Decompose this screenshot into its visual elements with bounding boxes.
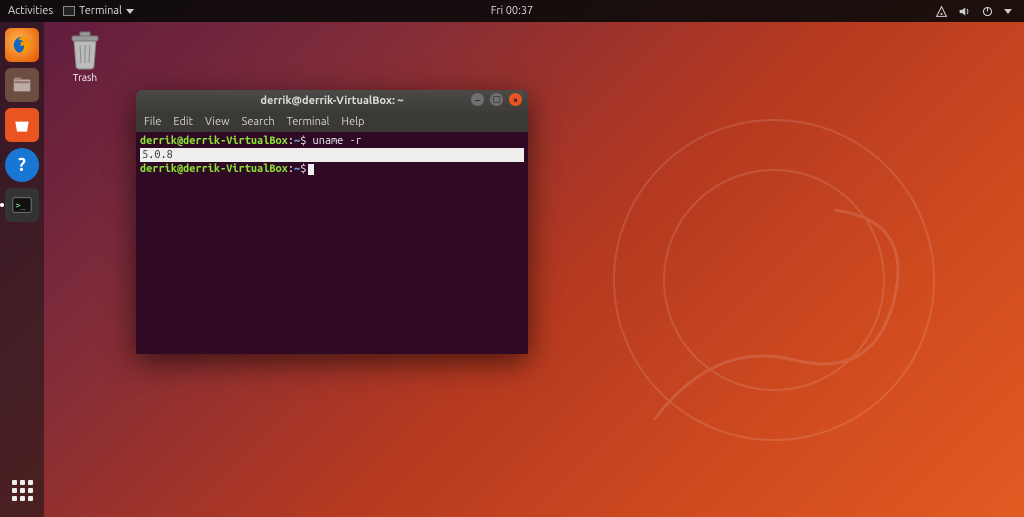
prompt-user: derrik@derrik-VirtualBox: [140, 135, 288, 147]
terminal-line-1: derrik@derrik-VirtualBox:~$ uname -r: [140, 134, 524, 148]
menu-file[interactable]: File: [144, 116, 161, 128]
menu-search[interactable]: Search: [242, 116, 275, 128]
app-menu[interactable]: Terminal: [63, 5, 134, 17]
firefox-icon: [11, 34, 33, 56]
dock-item-help[interactable]: ?: [5, 148, 39, 182]
svg-text:>_: >_: [16, 200, 26, 210]
dock-item-files[interactable]: [5, 68, 39, 102]
terminal-body[interactable]: derrik@derrik-VirtualBox:~$ uname -r 5.0…: [136, 132, 528, 354]
help-icon: ?: [18, 155, 26, 175]
volume-icon[interactable]: [958, 5, 971, 18]
wallpaper-decoration: [454, 80, 974, 480]
terminal-line-3: derrik@derrik-VirtualBox:~$: [140, 162, 524, 176]
chevron-down-icon: [1004, 9, 1012, 14]
dock-item-software[interactable]: [5, 108, 39, 142]
system-tray[interactable]: [935, 5, 1024, 18]
activities-button[interactable]: Activities: [8, 5, 53, 17]
menu-edit[interactable]: Edit: [173, 116, 193, 128]
window-maximize-button[interactable]: ▢: [490, 93, 503, 106]
menu-help[interactable]: Help: [341, 116, 364, 128]
app-menu-label: Terminal: [79, 5, 122, 17]
trash-label: Trash: [55, 72, 115, 83]
menu-view[interactable]: View: [205, 116, 230, 128]
trash-icon: [67, 30, 103, 70]
files-icon: [11, 74, 33, 96]
desktop-icon-trash[interactable]: Trash: [55, 30, 115, 83]
menu-terminal[interactable]: Terminal: [287, 116, 330, 128]
terminal-window: derrik@derrik-VirtualBox: ~ − ▢ × File E…: [136, 90, 528, 354]
dock: ? >_: [0, 22, 44, 517]
network-icon[interactable]: [935, 5, 948, 18]
window-titlebar[interactable]: derrik@derrik-VirtualBox: ~ − ▢ ×: [136, 90, 528, 112]
terminal-icon: >_: [11, 194, 33, 216]
terminal-menubar: File Edit View Search Terminal Help: [136, 112, 528, 132]
power-icon[interactable]: [981, 5, 994, 18]
dock-item-terminal[interactable]: >_: [5, 188, 39, 222]
chevron-down-icon: [126, 9, 134, 14]
terminal-glyph-icon: [63, 6, 75, 16]
terminal-output-highlight: 5.0.8: [140, 148, 524, 162]
dock-item-firefox[interactable]: [5, 28, 39, 62]
show-applications-button[interactable]: [5, 473, 39, 507]
clock[interactable]: Fri 00:37: [491, 5, 533, 17]
window-minimize-button[interactable]: −: [471, 93, 484, 106]
window-close-button[interactable]: ×: [509, 93, 522, 106]
top-bar: Activities Terminal Fri 00:37: [0, 0, 1024, 22]
cursor: [308, 164, 314, 175]
software-icon: [12, 115, 32, 135]
window-title: derrik@derrik-VirtualBox: ~: [260, 95, 403, 107]
